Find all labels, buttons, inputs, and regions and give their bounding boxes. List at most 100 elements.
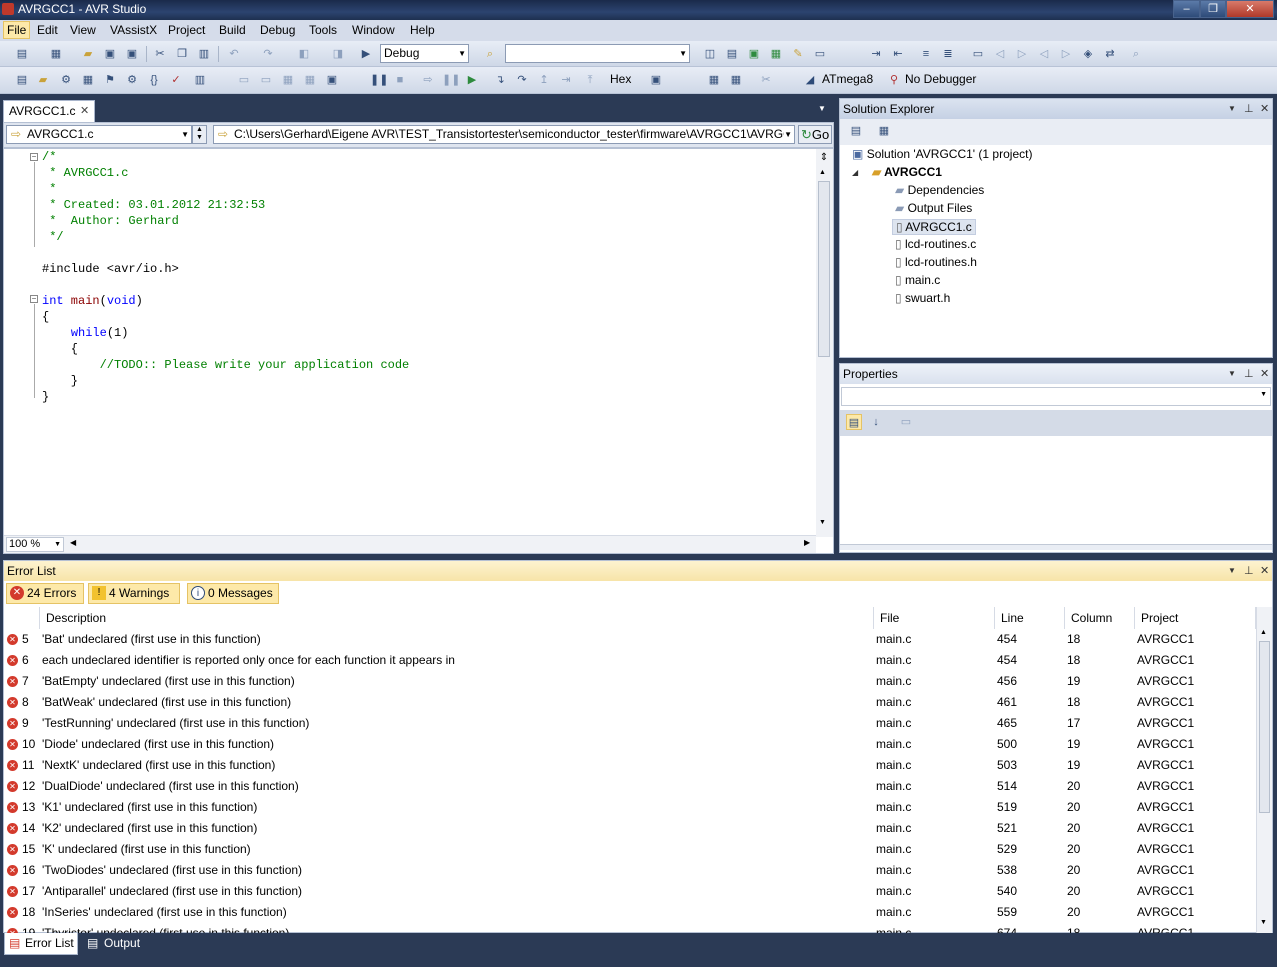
next-bookmark-icon[interactable]: ▷ bbox=[1014, 46, 1030, 62]
menu-window[interactable]: Window bbox=[352, 23, 395, 37]
error-row[interactable]: ✕ 10 'Diode' undeclared (first use in this… bbox=[4, 734, 1256, 755]
code-editor[interactable]: − − /* * AVRGCC1.c * * Created: 03.01.20… bbox=[3, 148, 834, 554]
properties-icon[interactable]: ▤ bbox=[724, 46, 740, 62]
device-label[interactable]: ATmega8 bbox=[822, 72, 873, 86]
navigate-forward-icon[interactable]: ◨ bbox=[330, 46, 346, 62]
copy-icon[interactable]: ❐ bbox=[174, 46, 190, 62]
error-row[interactable]: ✕ 14 'K2' undeclared (first use in this fu… bbox=[4, 818, 1256, 839]
options-icon[interactable]: ▥ bbox=[192, 72, 208, 88]
step-out-icon[interactable]: ↥ bbox=[536, 72, 552, 88]
error-row[interactable]: ✕ 8 'BatWeak' undeclared (first use in thi… bbox=[4, 692, 1256, 713]
bookmark-icon[interactable]: ▭ bbox=[970, 46, 986, 62]
project-item[interactable]: ▯ main.c bbox=[892, 273, 943, 287]
project-item[interactable]: ▰ Output Files bbox=[892, 201, 975, 215]
column-header-project[interactable]: Project bbox=[1135, 607, 1256, 629]
open-file-icon[interactable]: ▰ bbox=[35, 72, 51, 88]
warnings-filter-button[interactable]: ! 4 Warnings bbox=[88, 583, 180, 604]
toolbox-icon[interactable]: ▦ bbox=[768, 46, 784, 62]
properties-icon[interactable]: ▤ bbox=[848, 123, 864, 139]
error-row[interactable]: ✕ 17 'Antiparallel' undeclared (first use … bbox=[4, 881, 1256, 902]
column-header-file[interactable]: File bbox=[874, 607, 995, 629]
close-tab-icon[interactable]: ✕ bbox=[80, 104, 89, 117]
column-header-line[interactable]: Line bbox=[995, 607, 1065, 629]
file-scope-select[interactable]: ⇨ AVRGCC1.c ▼ bbox=[6, 125, 192, 144]
close-panel-icon[interactable]: ✕ bbox=[1260, 364, 1269, 384]
debugger-label[interactable]: No Debugger bbox=[905, 72, 976, 86]
spellcheck-icon[interactable]: ✓ bbox=[168, 72, 184, 88]
error-row[interactable]: ✕ 9 'TestRunning' undeclared (first use in… bbox=[4, 713, 1256, 734]
scroll-right-icon[interactable]: ▶ bbox=[804, 538, 810, 547]
disasm-icon[interactable]: ▭ bbox=[236, 72, 252, 88]
uncomment-icon[interactable]: ≣ bbox=[940, 46, 956, 62]
error-row[interactable]: ✕ 5 'Bat' undeclared (first use in this fu… bbox=[4, 629, 1256, 650]
open-icon[interactable]: ▰ bbox=[80, 46, 96, 62]
prev-bookmark-icon[interactable]: ◁ bbox=[992, 46, 1008, 62]
show-next-statement-icon[interactable]: ⇨ bbox=[420, 72, 436, 88]
menu-project[interactable]: Project bbox=[168, 23, 205, 37]
panel-menu-icon[interactable]: ▼ bbox=[1228, 561, 1236, 581]
device-icon[interactable]: ◢ bbox=[802, 72, 818, 88]
settings-icon[interactable]: ⚙ bbox=[124, 72, 140, 88]
undo-icon[interactable]: ↶ bbox=[226, 46, 242, 62]
cut-icon[interactable]: ✂ bbox=[152, 46, 168, 62]
error-row[interactable]: ✕ 11 'NextK' undeclared (first use in this… bbox=[4, 755, 1256, 776]
pin-icon[interactable]: ⊥ bbox=[1244, 99, 1254, 119]
reset-icon[interactable]: ⤒ bbox=[582, 72, 598, 88]
errors-filter-button[interactable]: ✕ 24 Errors bbox=[6, 583, 84, 604]
break-all-icon[interactable]: ❚❚ bbox=[370, 72, 388, 88]
maximize-button[interactable]: ❐ bbox=[1200, 0, 1226, 18]
error-row[interactable]: ✕ 18 'InSeries' undeclared (first use in t… bbox=[4, 902, 1256, 923]
menu-vassistx[interactable]: VAssistX bbox=[110, 23, 157, 37]
close-panel-icon[interactable]: ✕ bbox=[1260, 561, 1269, 581]
member-path-select[interactable]: ⇨ C:\Users\Gerhard\Eigene AVR\TEST_Trans… bbox=[213, 125, 795, 144]
project-item[interactable]: ▰ Dependencies bbox=[892, 183, 987, 197]
object-selector[interactable]: ▼ bbox=[841, 387, 1271, 406]
stop-debugging-icon[interactable]: ■ bbox=[392, 72, 408, 88]
redo-icon[interactable]: ↷ bbox=[260, 46, 276, 62]
processor-icon[interactable]: ▣ bbox=[324, 72, 340, 88]
add-item-icon[interactable]: ▦ bbox=[48, 46, 64, 62]
hex-toggle[interactable]: Hex bbox=[610, 72, 631, 86]
collapse-function-icon[interactable]: − bbox=[30, 295, 38, 303]
panel-menu-icon[interactable]: ▼ bbox=[1228, 99, 1236, 119]
find-combo[interactable]: ▼ bbox=[505, 44, 690, 63]
continue-icon[interactable]: ▶ bbox=[464, 72, 480, 88]
breakpoints-icon[interactable]: ▣ bbox=[648, 72, 664, 88]
callstack-icon[interactable]: ▦ bbox=[728, 72, 744, 88]
pin-icon[interactable]: ⊥ bbox=[1244, 364, 1254, 384]
device-programming-icon[interactable]: ⚙ bbox=[58, 72, 74, 88]
tab-output[interactable]: ▤ Output bbox=[84, 933, 154, 955]
menu-help[interactable]: Help bbox=[410, 23, 435, 37]
save-icon[interactable]: ▣ bbox=[102, 46, 118, 62]
property-pages-icon[interactable]: ▭ bbox=[898, 414, 914, 430]
scroll-left-icon[interactable]: ◀ bbox=[70, 538, 76, 547]
splitter-spinner[interactable]: ▲ ▼ bbox=[192, 125, 207, 144]
go-button[interactable]: ↻Go bbox=[798, 125, 832, 144]
next-bookmark-folder-icon[interactable]: ▷ bbox=[1058, 46, 1074, 62]
error-row[interactable]: ✕ 6 each undeclared identifier is reported… bbox=[4, 650, 1256, 671]
column-header-column[interactable]: Column bbox=[1065, 607, 1135, 629]
paste-icon[interactable]: ▥ bbox=[196, 46, 212, 62]
expand-arrow-icon[interactable]: ◢ bbox=[852, 168, 858, 177]
project-item[interactable]: ▯ lcd-routines.h bbox=[892, 255, 980, 269]
tab-error-list[interactable]: ▤ Error List bbox=[4, 933, 78, 955]
project-item[interactable]: ▯ swuart.h bbox=[892, 291, 953, 305]
watch-icon[interactable]: ▦ bbox=[706, 72, 722, 88]
error-row[interactable]: ✕19'Thyristor' undeclared (first use in … bbox=[4, 923, 1256, 933]
project-node[interactable]: ▰ AVRGCC1 bbox=[872, 165, 942, 179]
project-item[interactable]: ▯ lcd-routines.c bbox=[892, 237, 979, 251]
error-row[interactable]: ✕ 15 'K' undeclared (first use in this fun… bbox=[4, 839, 1256, 860]
solution-node[interactable]: ▣ Solution 'AVRGCC1' (1 project) bbox=[852, 147, 1032, 161]
debugger-icon[interactable]: ⚲ bbox=[886, 72, 902, 88]
io-view-icon[interactable]: ▦ bbox=[302, 72, 318, 88]
collapse-comment-icon[interactable]: − bbox=[30, 153, 38, 161]
scroll-down-icon[interactable]: ▼ bbox=[819, 519, 826, 526]
tool-icon[interactable]: ⚑ bbox=[102, 72, 118, 88]
error-row[interactable]: ✕ 16 'TwoDiodes' undeclared (first use in … bbox=[4, 860, 1256, 881]
messages-filter-button[interactable]: i0 Messages bbox=[187, 583, 279, 604]
tab-dropdown-icon[interactable]: ▼ bbox=[818, 104, 826, 113]
error-list-scrollbar[interactable]: ▲ ▼ bbox=[1256, 607, 1272, 933]
panel-menu-icon[interactable]: ▼ bbox=[1228, 364, 1236, 384]
step-over-icon[interactable]: ↷ bbox=[514, 72, 530, 88]
alphabetical-icon[interactable]: ↓ bbox=[868, 414, 884, 430]
